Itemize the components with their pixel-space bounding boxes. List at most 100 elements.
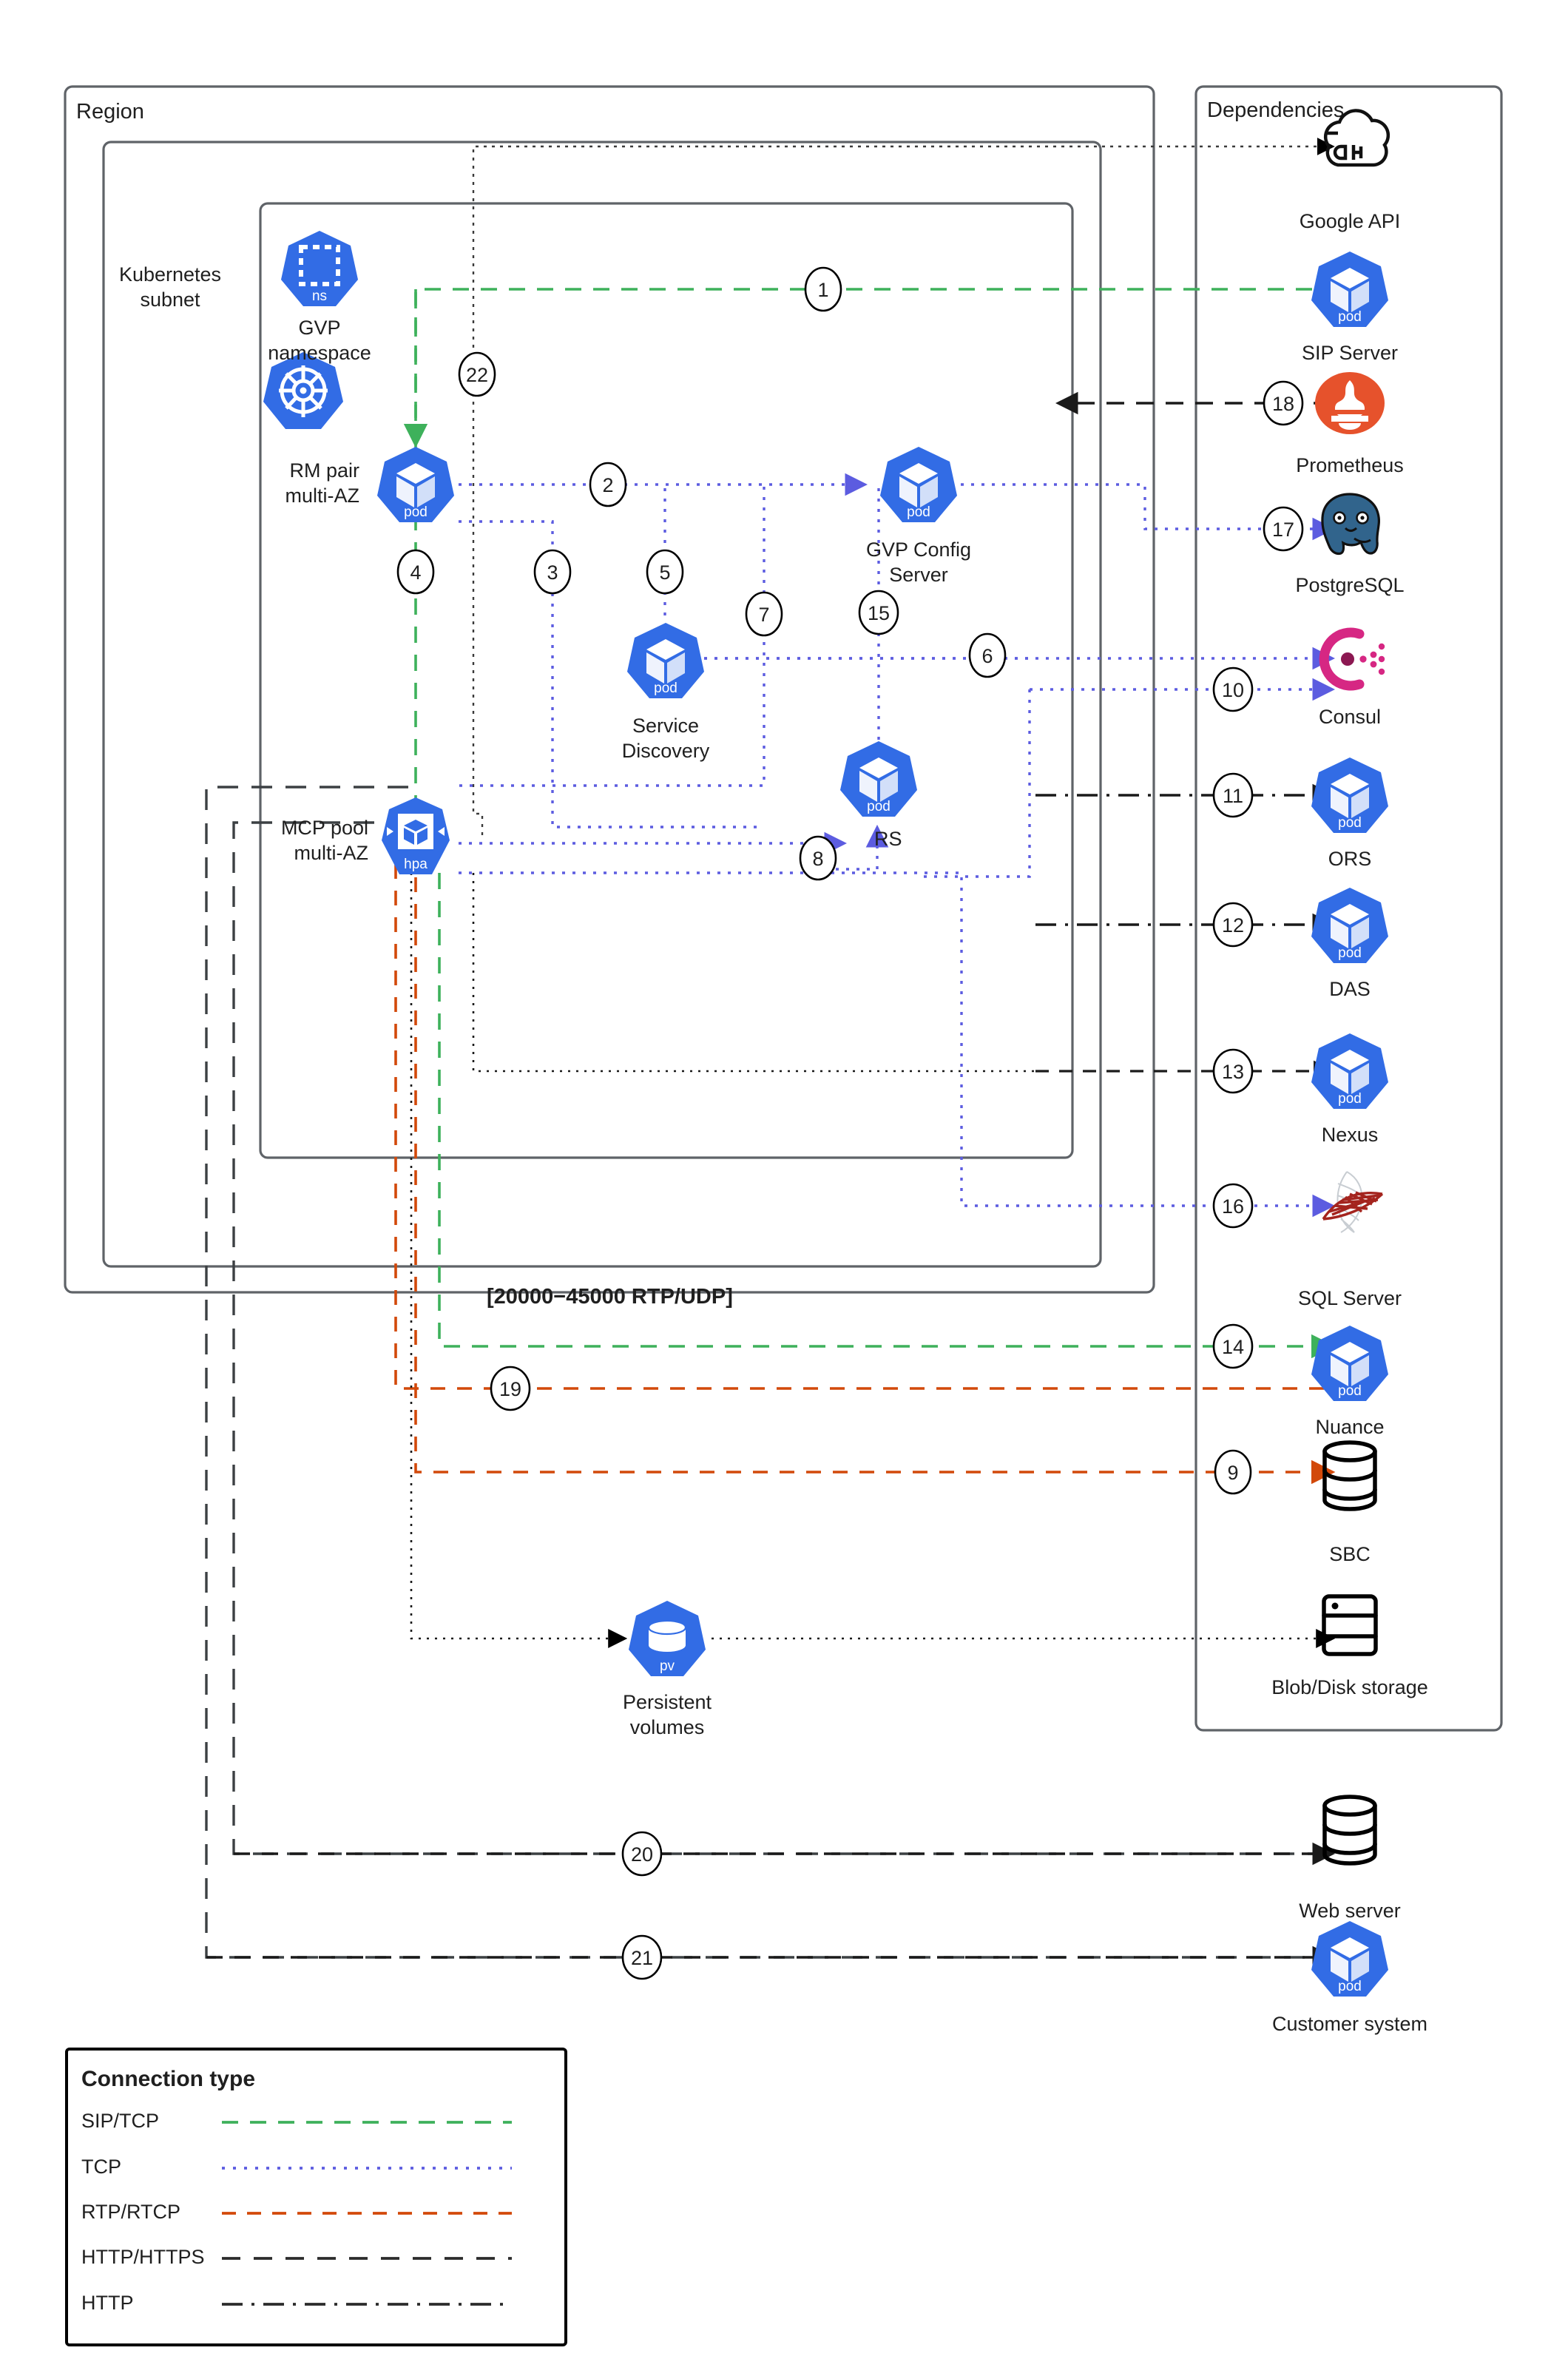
- node-label: SBC: [1329, 1543, 1371, 1565]
- svg-text:14: 14: [1222, 1336, 1244, 1358]
- connection-badge-7: 7: [745, 591, 783, 637]
- node-consul[interactable]: Consul: [1319, 632, 1385, 728]
- svg-text:16: 16: [1222, 1195, 1244, 1218]
- connection-badge-12: 12: [1212, 902, 1254, 948]
- svg-text:17: 17: [1272, 519, 1294, 541]
- node-gvp-namespace[interactable]: GVP namespace: [268, 231, 371, 364]
- legend-title: Connection type: [81, 2067, 255, 2091]
- node-rm-pair[interactable]: RM pair multi-AZ: [285, 447, 455, 522]
- connection-14-path: [438, 873, 1336, 1359]
- legend-panel: Connection type SIP/TCP TCP RTP/RTCP HTT…: [65, 2048, 567, 2346]
- svg-text:22: 22: [466, 364, 488, 386]
- connection-1-path: [414, 288, 1331, 477]
- svg-text:11: 11: [1223, 785, 1243, 807]
- node-nexus[interactable]: Nexus: [1311, 1033, 1388, 1146]
- node-prometheus[interactable]: Prometheus: [1296, 372, 1404, 476]
- node-label: RM pair: [289, 459, 359, 482]
- connection-13-inner-path: [472, 873, 1035, 1073]
- connection-badge-16: 16: [1212, 1183, 1254, 1229]
- node-sql-server[interactable]: SQL Server: [1298, 1170, 1402, 1309]
- svg-text:2: 2: [602, 474, 613, 496]
- svg-text:13: 13: [1222, 1061, 1244, 1083]
- connection-16-path: [459, 871, 1336, 1218]
- node-das[interactable]: DAS: [1311, 888, 1388, 1000]
- legend-item-label: TCP: [81, 2156, 121, 2178]
- svg-text:7: 7: [758, 604, 769, 626]
- connection-badge-8: 8: [799, 835, 837, 881]
- svg-text:9: 9: [1227, 1462, 1238, 1484]
- node-label: volumes: [630, 1716, 705, 1738]
- connection-badge-22: 22: [458, 351, 496, 397]
- node-rs[interactable]: RS: [840, 741, 917, 850]
- node-label: Google API: [1300, 210, 1401, 232]
- svg-text:18: 18: [1272, 393, 1294, 415]
- connection-number-badges: 1 22 2 4 3 5 7 15 6 10 11 8 12 13 16 14 …: [396, 266, 1304, 1980]
- node-mcp-pool[interactable]: MCP pool multi-AZ: [281, 797, 450, 874]
- node-nuance[interactable]: Nuance: [1311, 1326, 1388, 1438]
- legend-item-label: HTTP/HTTPS: [81, 2246, 205, 2268]
- svg-text:15: 15: [868, 602, 890, 624]
- svg-text:8: 8: [812, 848, 823, 870]
- node-label: namespace: [268, 342, 371, 364]
- svg-text:19: 19: [499, 1378, 521, 1400]
- node-label: Service: [632, 715, 699, 737]
- node-sip-server[interactable]: SIP Server: [1302, 252, 1398, 364]
- node-label: Web server: [1299, 1900, 1401, 1922]
- connection-10-path: [919, 678, 1336, 878]
- node-blob-disk-storage[interactable]: Blob/Disk storage: [1271, 1596, 1428, 1698]
- node-label: Customer system: [1272, 2013, 1427, 2035]
- svg-text:6: 6: [981, 645, 993, 667]
- node-label: DAS: [1329, 978, 1371, 1000]
- node-label: Prometheus: [1296, 454, 1404, 476]
- legend-item-label: RTP/RTCP: [81, 2201, 180, 2223]
- node-label: subnet: [140, 288, 200, 311]
- connection-badge-4: 4: [396, 549, 435, 595]
- connection-7-path: [459, 487, 1035, 787]
- node-sbc[interactable]: SBC: [1325, 1442, 1375, 1565]
- svg-text:4: 4: [410, 561, 421, 584]
- node-label: SQL Server: [1298, 1287, 1402, 1309]
- node-label: Nuance: [1315, 1416, 1384, 1438]
- legend-box: [65, 2048, 567, 2346]
- connection-19-path: [394, 837, 1336, 1485]
- node-label: Kubernetes: [119, 263, 221, 286]
- node-label: Server: [889, 564, 948, 586]
- mcp-outer-dashed-box: [205, 786, 1334, 1959]
- region-label: Region: [76, 100, 144, 124]
- node-customer-system[interactable]: Customer system: [1272, 1921, 1427, 2035]
- node-persistent-volumes[interactable]: Persistent volumes: [623, 1599, 712, 1738]
- node-label: Blob/Disk storage: [1271, 1676, 1428, 1698]
- connection-badge-6: 6: [968, 632, 1007, 678]
- connection-badge-17: 17: [1263, 506, 1304, 552]
- connection-badge-15: 15: [858, 590, 899, 635]
- node-ors[interactable]: ORS: [1311, 757, 1388, 870]
- legend-item-label: HTTP: [81, 2292, 134, 2314]
- connection-badge-19: 19: [490, 1366, 531, 1411]
- node-label: multi-AZ: [285, 485, 360, 507]
- connection-badge-18: 18: [1263, 380, 1304, 426]
- connection-badge-1: 1: [804, 266, 842, 312]
- node-gvp-config-server[interactable]: GVP Config Server: [866, 447, 971, 586]
- node-label: GVP: [298, 317, 340, 339]
- connection-badge-21: 21: [621, 1934, 663, 1980]
- node-label: PostgreSQL: [1295, 574, 1404, 596]
- svg-text:20: 20: [631, 1843, 653, 1866]
- dependencies-label: Dependencies: [1207, 98, 1344, 122]
- svg-text:10: 10: [1222, 679, 1244, 701]
- node-web-server[interactable]: Web server: [1299, 1797, 1401, 1922]
- connection-pv-path: [410, 873, 1336, 1648]
- connection-badge-10: 10: [1212, 666, 1254, 712]
- region-box: [64, 85, 1155, 1294]
- connection-badge-11: 11: [1212, 772, 1254, 818]
- node-google-api[interactable]: Google API: [1300, 111, 1401, 232]
- node-label: SIP Server: [1302, 342, 1398, 364]
- svg-text:1: 1: [817, 279, 828, 301]
- k8s-subnet-box: [102, 141, 1102, 1268]
- diagram-svg: pod ns hpa pv Region Dependencies [20000…: [64, 85, 1503, 2346]
- node-postgresql[interactable]: PostgreSQL: [1295, 493, 1405, 596]
- connection-badge-5: 5: [646, 549, 684, 595]
- connection-3-path: [459, 520, 764, 828]
- node-service-discovery[interactable]: Service Discovery: [622, 623, 710, 762]
- legend-item-label: SIP/TCP: [81, 2110, 159, 2132]
- connection-badge-13: 13: [1212, 1048, 1254, 1094]
